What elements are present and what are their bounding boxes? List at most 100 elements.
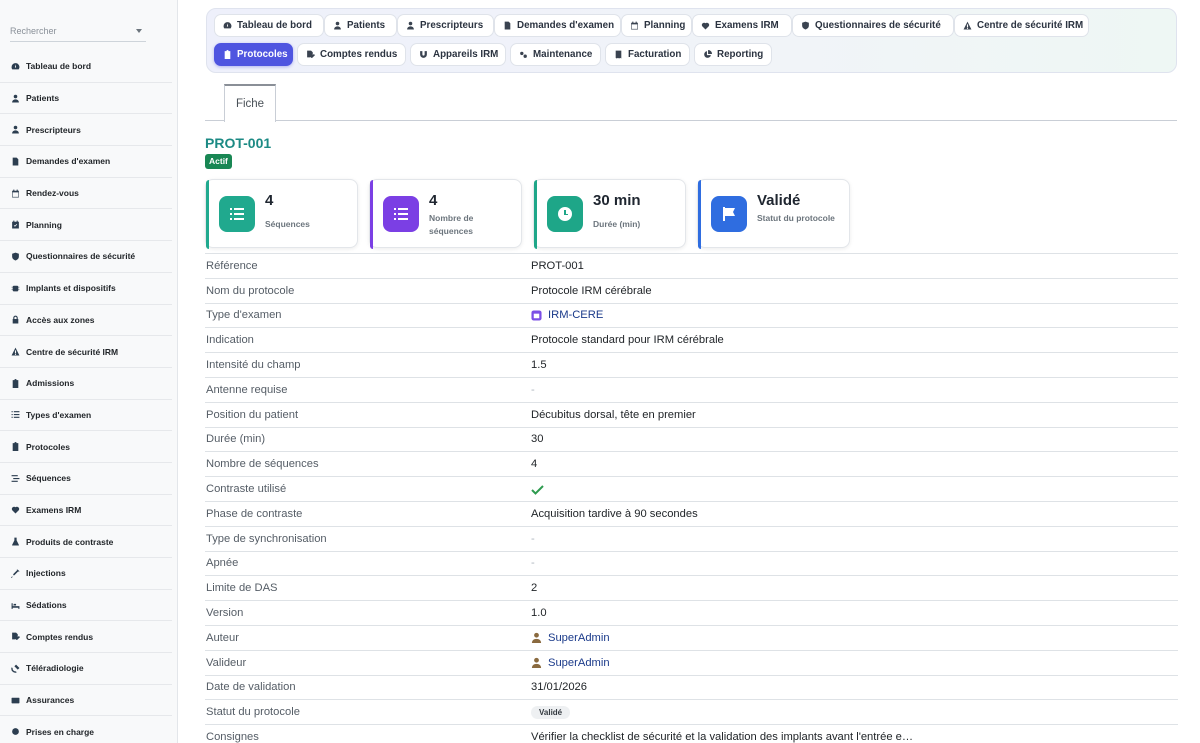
nav-button-centre-de-securite-irm[interactable]: Centre de sécurité IRM bbox=[954, 14, 1089, 37]
field-value: Décubitus dorsal, tête en premier bbox=[531, 408, 696, 421]
nav-button-questionnaires-de-securite[interactable]: Questionnaires de sécurité bbox=[792, 14, 954, 37]
field-label: Nombre de séquences bbox=[206, 458, 319, 471]
sidebar-item-label: Types d'examen bbox=[26, 409, 92, 420]
sidebar-item-types-d-examen[interactable]: Types d'examen bbox=[0, 400, 172, 432]
detail-row: Contraste utilisé bbox=[205, 476, 1178, 501]
card-label: Séquences bbox=[265, 219, 310, 229]
sidebar-item-teleradiologie[interactable]: Téléradiologie bbox=[0, 653, 172, 685]
detail-row: Position du patient Décubitus dorsal, têt… bbox=[205, 401, 1178, 427]
sidebar-item-produits-de-contraste[interactable]: Produits de contraste bbox=[0, 526, 172, 558]
clipboard-icon bbox=[223, 50, 237, 59]
nav-button-label: Centre de sécurité IRM bbox=[977, 20, 1084, 31]
nav-button-label: Questionnaires de sécurité bbox=[815, 20, 941, 31]
flask-icon bbox=[10, 537, 20, 547]
file-icon bbox=[503, 21, 517, 30]
cogs-icon bbox=[519, 50, 533, 59]
nav-button-comptes-rendus[interactable]: Comptes rendus bbox=[297, 43, 406, 66]
search-input[interactable]: Rechercher bbox=[10, 22, 146, 42]
sidebar-item-protocoles[interactable]: Protocoles bbox=[0, 431, 172, 463]
sidebar-item-label: Assurances bbox=[26, 695, 75, 706]
list-icon bbox=[219, 196, 255, 232]
sidebar-item-prescripteurs[interactable]: Prescripteurs bbox=[0, 114, 172, 147]
sidebar-item-tableau-de-bord[interactable]: Tableau de bord bbox=[0, 51, 172, 83]
sidebar-item-comptes-rendus[interactable]: Comptes rendus bbox=[0, 621, 172, 654]
clock-icon bbox=[547, 196, 583, 232]
nav-button-maintenance[interactable]: Maintenance bbox=[510, 43, 601, 66]
flag-icon bbox=[711, 196, 747, 232]
calendar-check-icon bbox=[10, 220, 20, 230]
sidebar-menu: Tableau de bord Patients Prescripteurs Dema… bbox=[0, 51, 172, 743]
field-label: Intensité du champ bbox=[206, 359, 301, 372]
file-signature-icon bbox=[306, 50, 320, 59]
detail-row: Nombre de séquences 4 bbox=[205, 451, 1178, 476]
card-accent-bar bbox=[698, 180, 701, 249]
nav-button-facturation[interactable]: Facturation bbox=[605, 43, 690, 66]
sidebar-item-demandes-d-examen[interactable]: Demandes d'examen bbox=[0, 146, 172, 178]
status-chip: Validé bbox=[531, 705, 571, 719]
nav-button-label: Protocoles bbox=[237, 49, 288, 60]
nav-button-prescripteurs[interactable]: Prescripteurs bbox=[397, 14, 494, 37]
sidebar-item-admissions[interactable]: Admissions bbox=[0, 368, 172, 400]
sidebar-item-prises-en-charge[interactable]: Prises en charge bbox=[0, 716, 172, 743]
bed-icon bbox=[10, 600, 20, 610]
sidebar-item-label: Accès aux zones bbox=[26, 314, 95, 325]
user-link[interactable]: SuperAdmin bbox=[531, 632, 610, 644]
nav-button-tableau-de-bord[interactable]: Tableau de bord bbox=[214, 14, 324, 37]
field-label: Type d'examen bbox=[206, 309, 282, 322]
field-value: 4 bbox=[531, 458, 538, 471]
nav-button-protocoles[interactable]: Protocoles bbox=[214, 43, 293, 66]
user-icon bbox=[10, 93, 20, 103]
shield-icon bbox=[801, 21, 815, 30]
card-value: Validé bbox=[757, 192, 801, 209]
sidebar-item-injections[interactable]: Injections bbox=[0, 558, 172, 590]
chart-pie-icon bbox=[703, 50, 717, 59]
nav-button-label: Reporting bbox=[717, 49, 764, 60]
exam-type-link[interactable]: IRM-CERE bbox=[531, 309, 603, 321]
field-label: Apnée bbox=[206, 557, 239, 570]
sidebar-item-label: Produits de contraste bbox=[26, 536, 114, 547]
sidebar-item-planning[interactable]: Planning bbox=[0, 209, 172, 242]
sidebar-item-sequences[interactable]: Séquences bbox=[0, 463, 172, 495]
sidebar-item-label: Demandes d'examen bbox=[26, 156, 111, 167]
nav-button-label: Patients bbox=[347, 20, 386, 31]
sidebar-item-patients[interactable]: Patients bbox=[0, 83, 172, 115]
nav-button-label: Facturation bbox=[628, 49, 682, 60]
sidebar-item-implants-et-dispositifs[interactable]: Implants et dispositifs bbox=[0, 273, 172, 305]
field-label: Statut du protocole bbox=[206, 706, 300, 719]
nav-button-reporting[interactable]: Reporting bbox=[694, 43, 772, 66]
nav-button-patients[interactable]: Patients bbox=[324, 14, 397, 37]
sidebar-item-centre-de-securite-irm[interactable]: Centre de sécurité IRM bbox=[0, 336, 172, 368]
field-value: 30 bbox=[531, 433, 544, 446]
magnet-icon bbox=[419, 50, 433, 59]
calendar-icon bbox=[630, 21, 644, 30]
nav-button-label: Prescripteurs bbox=[420, 20, 484, 31]
sidebar-item-acces-aux-zones[interactable]: Accès aux zones bbox=[0, 305, 172, 337]
field-value: 2 bbox=[531, 582, 538, 595]
field-value: Vérifier la checklist de sécurité et la … bbox=[531, 731, 914, 743]
field-label: Phase de contraste bbox=[206, 507, 303, 520]
sidebar-item-questionnaires-de-securite[interactable]: Questionnaires de sécurité bbox=[0, 241, 172, 273]
sidebar-item-assurances[interactable]: Assurances bbox=[0, 685, 172, 717]
detail-row: Type de synchronisation - bbox=[205, 525, 1178, 551]
detail-row: Phase de contraste Acquisition tardive à … bbox=[205, 500, 1178, 526]
chevron-down-icon[interactable] bbox=[136, 29, 142, 33]
user-icon bbox=[531, 632, 542, 644]
sidebar-item-examens-irm[interactable]: Examens IRM bbox=[0, 495, 172, 527]
nav-button-demandes-d-examen[interactable]: Demandes d'examen bbox=[494, 14, 621, 37]
nav-button-appareils-irm[interactable]: Appareils IRM bbox=[410, 43, 506, 66]
field-value: 1.5 bbox=[531, 359, 547, 372]
exam-type-icon bbox=[531, 310, 542, 321]
user-link[interactable]: SuperAdmin bbox=[531, 657, 610, 669]
tab-fiche[interactable]: Fiche bbox=[224, 84, 276, 122]
sidebar-item-sedations[interactable]: Sédations bbox=[0, 590, 172, 622]
field-value: PROT-001 bbox=[531, 259, 584, 272]
detail-row: Indication Protocole standard pour IRM cé… bbox=[205, 327, 1178, 352]
nav-button-examens-irm[interactable]: Examens IRM bbox=[692, 14, 792, 37]
field-value: 31/01/2026 bbox=[531, 681, 587, 694]
field-value: - bbox=[531, 532, 535, 545]
card-label: Durée (min) bbox=[593, 219, 641, 229]
nav-button-planning[interactable]: Planning bbox=[621, 14, 692, 37]
file-signature-icon bbox=[10, 632, 20, 642]
detail-row: Durée (min) 30 bbox=[205, 426, 1178, 452]
sidebar-item-rendez-vous[interactable]: Rendez-vous bbox=[0, 178, 172, 210]
